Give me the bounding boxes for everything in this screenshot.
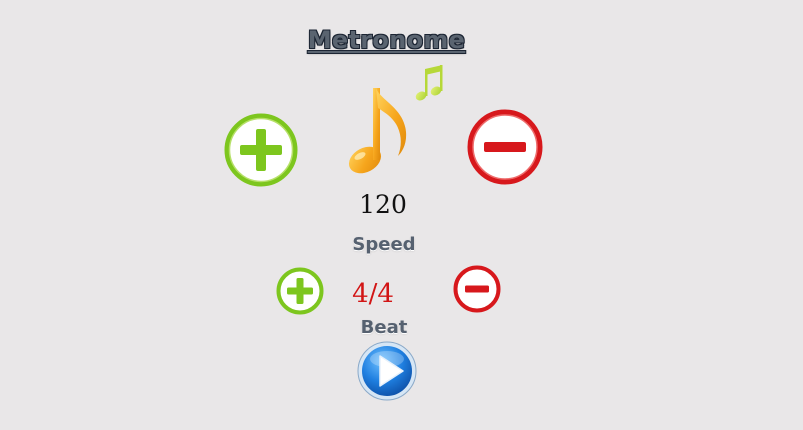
tempo-value: 120 bbox=[359, 190, 407, 219]
beat-label: Beat bbox=[360, 317, 408, 338]
small-music-note-icon bbox=[415, 65, 443, 101]
play-button[interactable] bbox=[356, 340, 418, 402]
tempo-increase-button[interactable] bbox=[224, 113, 298, 187]
large-music-note-icon bbox=[348, 88, 407, 174]
speed-label: Speed bbox=[352, 234, 416, 255]
beat-increase-button[interactable] bbox=[276, 267, 324, 315]
music-note-icon bbox=[348, 65, 443, 174]
beat-value: 4/4 bbox=[352, 279, 394, 309]
beat-decrease-button[interactable] bbox=[453, 265, 501, 313]
minus-icon bbox=[484, 142, 526, 152]
page-title: Metronome bbox=[307, 26, 466, 54]
minus-icon bbox=[465, 285, 489, 293]
tempo-decrease-button[interactable] bbox=[467, 109, 543, 185]
